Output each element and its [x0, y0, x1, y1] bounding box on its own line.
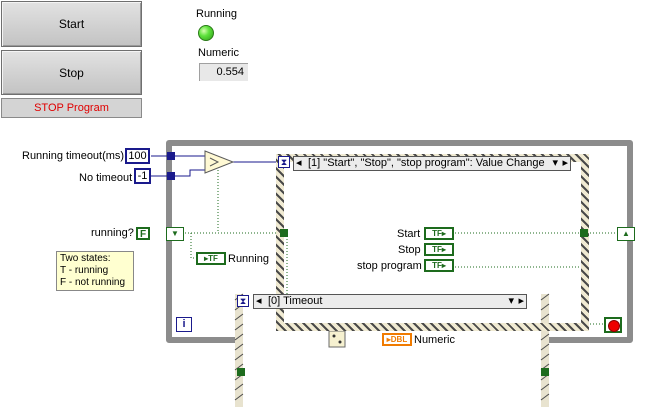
running-timeout-label: Running timeout(ms) — [22, 150, 125, 162]
running-local-variable[interactable]: ▸TF — [196, 252, 226, 265]
dice-icon — [328, 330, 346, 348]
start-terminal[interactable]: TF▸ — [424, 227, 454, 240]
timeout-tunnel — [167, 152, 175, 160]
timeout-case-icon: ⧗ — [237, 295, 249, 307]
selector-left-arrow-icon[interactable]: ◂ — [296, 157, 302, 170]
loop-stop-terminal[interactable] — [604, 317, 622, 333]
event-left-tunnel — [280, 229, 288, 237]
event-term-start-label: Start — [397, 228, 421, 240]
timeout-right-tunnel — [541, 368, 549, 376]
stop-program-terminal[interactable]: TF▸ — [424, 259, 454, 272]
no-timeout-label: No timeout — [79, 172, 133, 184]
timeout-case-selector[interactable]: ◂ [0] Timeout ▾ ▸ — [253, 294, 527, 309]
iteration-terminal: i — [176, 317, 192, 332]
stop-terminal[interactable]: TF▸ — [424, 243, 454, 256]
comment-note: Two states: T - running F - not running — [56, 251, 134, 291]
event-term-stop-label: Stop — [398, 244, 421, 256]
note-line-3: F - not running — [60, 277, 126, 288]
selector-dropdown-icon[interactable]: ▾ — [552, 157, 558, 170]
running-local-label: Running — [228, 253, 269, 265]
event-right-tunnel — [580, 229, 588, 237]
timeout-left-arrow-icon[interactable]: ◂ — [256, 295, 262, 308]
timeout-left-tunnel — [237, 368, 245, 376]
timeout-case-label: [0] Timeout — [268, 295, 323, 307]
no-timeout-tunnel — [167, 172, 175, 180]
event-timeout-icon: ⧗ — [278, 156, 290, 168]
running-q-constant[interactable]: F — [136, 227, 150, 240]
shift-register-right-icon: ▲ — [617, 227, 635, 241]
note-line-2: T - running — [60, 265, 109, 276]
note-line-1: Two states: — [60, 253, 111, 264]
numeric-dbl-terminal[interactable]: ▸DBL — [382, 333, 412, 346]
running-q-label: running? — [91, 227, 134, 239]
event-case-label: [1] "Start", "Stop", "stop program": Val… — [308, 157, 545, 169]
event-term-stop-program-label: stop program — [357, 260, 422, 272]
event-case-selector[interactable]: ◂ [1] "Start", "Stop", "stop program": V… — [293, 156, 571, 171]
selector-right-arrow-icon[interactable]: ▸ — [562, 157, 568, 170]
numeric-terminal-label: Numeric — [414, 334, 455, 346]
running-timeout-control[interactable]: 100 — [125, 148, 150, 164]
timeout-right-arrow-icon[interactable]: ▸ — [518, 295, 524, 308]
shift-register-left-icon: ▼ — [166, 227, 184, 241]
no-timeout-control[interactable]: -1 — [134, 168, 151, 184]
timeout-dropdown-icon[interactable]: ▾ — [508, 295, 514, 308]
